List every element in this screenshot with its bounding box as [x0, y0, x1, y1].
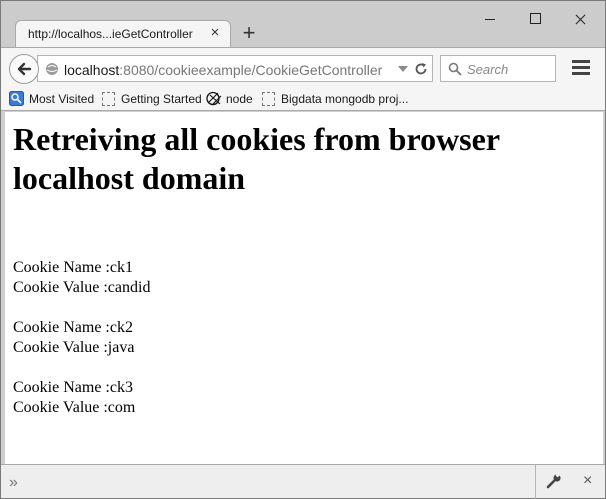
url-path: :8080/cookieexample/CookieGetController: [119, 62, 383, 78]
navigation-toolbar: localhost:8080/cookieexample/CookieGetCo…: [1, 47, 605, 87]
tab-title: http://localhos...ieGetController: [28, 27, 193, 41]
reload-icon[interactable]: [414, 62, 428, 76]
browser-window: http://localhos...ieGetController × + lo…: [0, 0, 606, 499]
search-box[interactable]: Search: [440, 55, 556, 82]
search-placeholder: Search: [467, 62, 509, 77]
menu-icon[interactable]: [572, 60, 590, 76]
tab-close-icon[interactable]: ×: [207, 24, 223, 42]
tab-strip: http://localhos...ieGetController × +: [1, 1, 605, 48]
page-heading: Retreiving all cookies from browser loca…: [13, 121, 500, 196]
bookmark-label: Bigdata mongodb proj...: [281, 92, 409, 106]
cookie-name: Cookie Name :ck3: [13, 379, 133, 396]
back-button[interactable]: [9, 54, 39, 84]
most-visited-icon: [9, 91, 24, 106]
bookmarks-toolbar: Most Visited Getting Started node Bigdat…: [1, 87, 605, 111]
window-close-button[interactable]: [557, 7, 603, 33]
cookie-entry: Cookie Name :ck1 Cookie Value :candid: [13, 258, 150, 298]
cookie-value: Cookie Value :com: [13, 399, 136, 416]
node-icon: [206, 91, 222, 106]
url-bar[interactable]: localhost:8080/cookieexample/CookieGetCo…: [37, 55, 433, 82]
bookmark-label: Most Visited: [29, 92, 95, 106]
cookie-entry: Cookie Name :ck2 Cookie Value :java: [13, 318, 134, 358]
close-icon[interactable]: ×: [583, 472, 592, 490]
cookie-entry: Cookie Name :ck3 Cookie Value :com: [13, 378, 135, 418]
back-arrow-icon: [17, 62, 32, 76]
tab-active[interactable]: http://localhos...ieGetController ×: [15, 20, 231, 48]
wrench-icon[interactable]: [546, 473, 562, 489]
url-text: localhost:8080/cookieexample/CookieGetCo…: [64, 62, 382, 78]
cookie-name: Cookie Name :ck2: [13, 319, 133, 336]
url-host: localhost: [64, 62, 120, 78]
page-icon: [262, 92, 275, 106]
bookmark-label: Getting Started: [121, 92, 202, 106]
globe-icon: [46, 63, 58, 75]
chevron-overflow-icon[interactable]: »: [9, 474, 18, 492]
developer-toolbar: » ×: [1, 464, 605, 499]
toolbar-divider: [535, 465, 536, 499]
cookie-value: Cookie Value :java: [13, 339, 135, 356]
bookmark-label: node: [226, 92, 253, 106]
new-tab-button[interactable]: +: [239, 22, 259, 44]
maximize-button[interactable]: [512, 7, 558, 33]
page-icon: [102, 92, 115, 106]
dropmarker-icon[interactable]: [398, 66, 408, 73]
cookie-value: Cookie Value :candid: [13, 279, 151, 296]
cookie-name: Cookie Name :ck1: [13, 259, 133, 276]
search-icon: [448, 62, 462, 76]
minimize-button[interactable]: [467, 7, 513, 33]
page-content: Retreiving all cookies from browser loca…: [5, 112, 603, 464]
